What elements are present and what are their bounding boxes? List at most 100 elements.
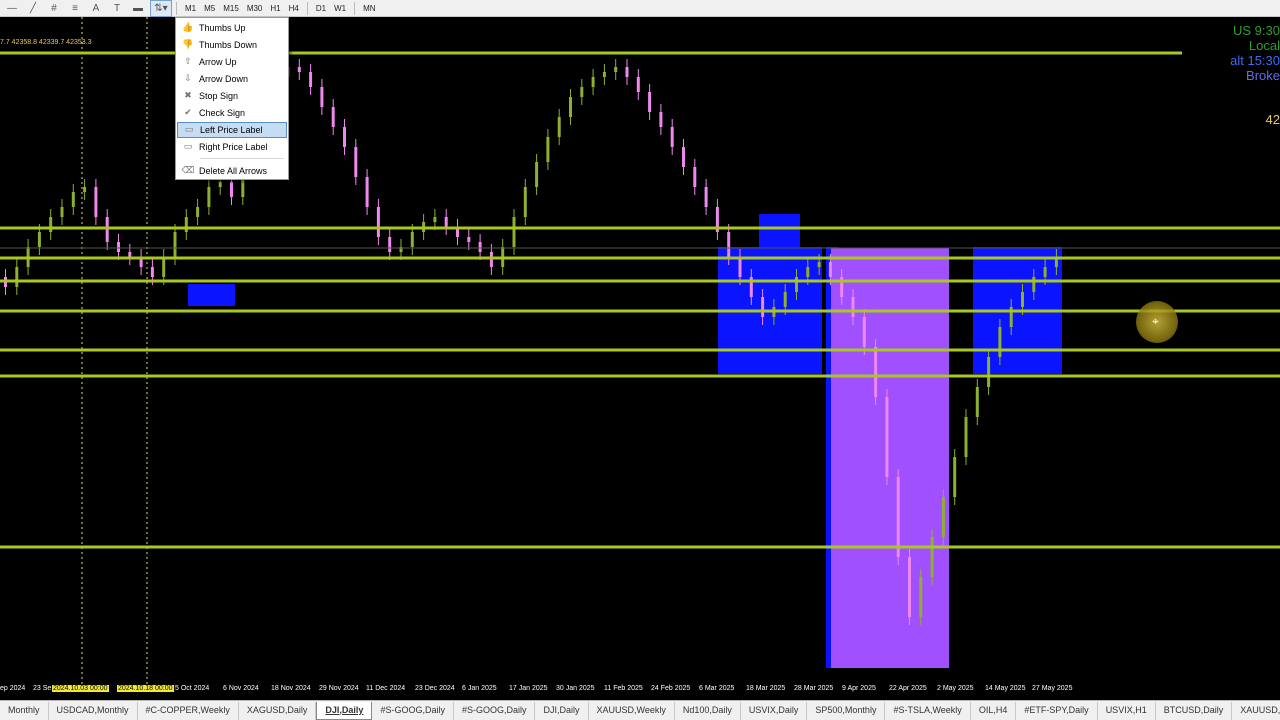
- check-sign-icon: ✔: [184, 108, 192, 118]
- chart-tab[interactable]: #S-GOOG,Daily: [372, 701, 454, 720]
- menu-item-arrow-down[interactable]: ⇩ Arrow Down: [177, 71, 287, 87]
- stop-sign-icon: ✖: [184, 91, 192, 101]
- text-icon[interactable]: A: [87, 1, 105, 16]
- menu-item-label: Thumbs Up: [199, 23, 246, 33]
- chart-tab[interactable]: XAUUSD,Weekly: [589, 701, 675, 720]
- candle: [37, 232, 41, 247]
- timeframe-m1[interactable]: M1: [181, 1, 200, 16]
- timeframe-m5[interactable]: M5: [200, 1, 219, 16]
- arrow-down-icon: ⇩: [184, 74, 192, 84]
- candle: [625, 67, 629, 77]
- chart-tab[interactable]: Nd100,Daily: [675, 701, 741, 720]
- candle: [546, 137, 550, 162]
- channel-icon[interactable]: ≡: [66, 1, 84, 16]
- time-axis-label: 6 Nov 2024: [223, 685, 259, 692]
- time-axis-label: 24 Feb 2025: [651, 685, 691, 692]
- crosshair-cursor-icon: ⌖: [1152, 314, 1159, 328]
- candle: [602, 72, 606, 77]
- menu-item-arrow-up[interactable]: ⇧ Arrow Up: [177, 54, 287, 70]
- arrows-dropdown-icon[interactable]: ⇅▾: [150, 0, 172, 17]
- session-info-line: alt 15:30: [1230, 53, 1280, 68]
- candle: [919, 577, 923, 617]
- candle: [1032, 277, 1036, 292]
- candle: [885, 397, 889, 477]
- candle: [388, 237, 392, 252]
- menu-item-stop-sign[interactable]: ✖ Stop Sign: [177, 88, 287, 104]
- candle: [150, 267, 154, 277]
- time-axis-label: 18 Nov 2024: [271, 685, 311, 692]
- menu-item-right-price-label[interactable]: ▭ Right Price Label: [177, 139, 287, 155]
- chart-tab[interactable]: XAGUSD,Daily: [239, 701, 317, 720]
- time-axis: ep 2024 23 Se 2024.10.03 00:00 2024.10.18 0…: [0, 684, 1280, 698]
- grid-tool-icon[interactable]: #: [45, 1, 63, 16]
- candle: [738, 257, 742, 277]
- time-axis-label: 14 May 2025: [985, 685, 1026, 692]
- candle: [761, 297, 765, 317]
- menu-item-left-price-label[interactable]: ▭ Left Price Label: [177, 122, 287, 138]
- chart-tab[interactable]: OIL,H4: [971, 701, 1017, 720]
- candle: [83, 187, 87, 192]
- chart-tab[interactable]: #ETF-SPY,Daily: [1016, 701, 1098, 720]
- time-axis-label: 11 Feb 2025: [604, 685, 643, 692]
- candle: [230, 182, 233, 197]
- candle: [173, 232, 177, 257]
- time-axis-label: 5 Oct 2024: [175, 685, 210, 692]
- candle: [365, 177, 369, 207]
- label-icon[interactable]: T: [108, 1, 126, 16]
- candle: [49, 217, 53, 232]
- time-axis-label: 6 Mar 2025: [699, 685, 735, 692]
- candle: [331, 107, 335, 127]
- candle: [795, 277, 798, 292]
- menu-item-delete-all-arrows[interactable]: ⌫ Delete All Arrows: [177, 163, 287, 179]
- time-axis-label: 18 Mar 2025: [746, 685, 786, 692]
- chart-tab[interactable]: USVIX,Daily: [741, 701, 808, 720]
- menu-item-thumbs-down[interactable]: 👎 Thumbs Down: [177, 37, 287, 53]
- drawing-tools: — ╱ # ≡ A T ▬ ⇅▾: [0, 0, 172, 17]
- timeframe-h4[interactable]: H4: [285, 1, 303, 16]
- chart-tab[interactable]: #S-GOOG,Daily: [454, 701, 536, 720]
- time-axis-label: 28 Mar 2025: [794, 685, 834, 692]
- candle: [218, 182, 222, 187]
- pencil-icon[interactable]: ╱: [24, 1, 42, 16]
- session-info-line: 42: [1265, 112, 1280, 127]
- candle: [998, 327, 1002, 357]
- chart-tab[interactable]: Monthly: [0, 701, 49, 720]
- chart-tab[interactable]: DJI,Daily: [535, 701, 589, 720]
- timeframe-m30[interactable]: M30: [243, 1, 267, 16]
- chart-tab[interactable]: BTCUSD,Daily: [1156, 701, 1233, 720]
- candle: [964, 417, 968, 457]
- menu-item-label: Arrow Up: [199, 57, 237, 67]
- delete-arrows-icon: ⌫: [181, 166, 195, 176]
- chart-tab[interactable]: #S-TSLA,Weekly: [885, 701, 971, 720]
- timeframe-m15[interactable]: M15: [219, 1, 243, 16]
- chart-tab[interactable]: #C-COPPER,Weekly: [138, 701, 239, 720]
- timeframe-d1[interactable]: D1: [312, 1, 330, 16]
- candle: [930, 537, 934, 577]
- timeframe-h1[interactable]: H1: [266, 1, 284, 16]
- candle: [128, 252, 132, 257]
- chart-tab[interactable]: USDCAD,Monthly: [49, 701, 138, 720]
- minus-icon[interactable]: —: [3, 1, 21, 16]
- timeframe-w1[interactable]: W1: [330, 1, 350, 16]
- shape-icon[interactable]: ▬: [129, 1, 147, 16]
- time-axis-label: 9 Apr 2025: [842, 685, 876, 692]
- candle: [806, 267, 810, 277]
- candle: [682, 147, 685, 167]
- chart-tab[interactable]: XAUUSD,H1: [1232, 702, 1280, 720]
- menu-item-thumbs-up[interactable]: 👍 Thumbs Up: [177, 20, 287, 36]
- candle: [941, 497, 945, 537]
- time-axis-label: 22 Apr 2025: [889, 685, 927, 692]
- candle: [207, 187, 211, 207]
- chart-tab[interactable]: DJI,Daily: [316, 701, 373, 720]
- candle: [987, 357, 991, 387]
- timeframe-mn[interactable]: MN: [359, 1, 379, 16]
- toolbar-separator: [176, 1, 177, 15]
- chart-tab[interactable]: USVIX,H1: [1098, 701, 1156, 720]
- chart-tab[interactable]: SP500,Monthly: [807, 701, 886, 720]
- candle: [659, 112, 663, 127]
- candle: [591, 77, 595, 87]
- left-price-label-icon: ▭: [184, 125, 194, 135]
- menu-item-check-sign[interactable]: ✔ Check Sign: [177, 105, 287, 121]
- menu-item-label: Arrow Down: [199, 74, 249, 84]
- menu-item-label: Right Price Label: [199, 142, 268, 152]
